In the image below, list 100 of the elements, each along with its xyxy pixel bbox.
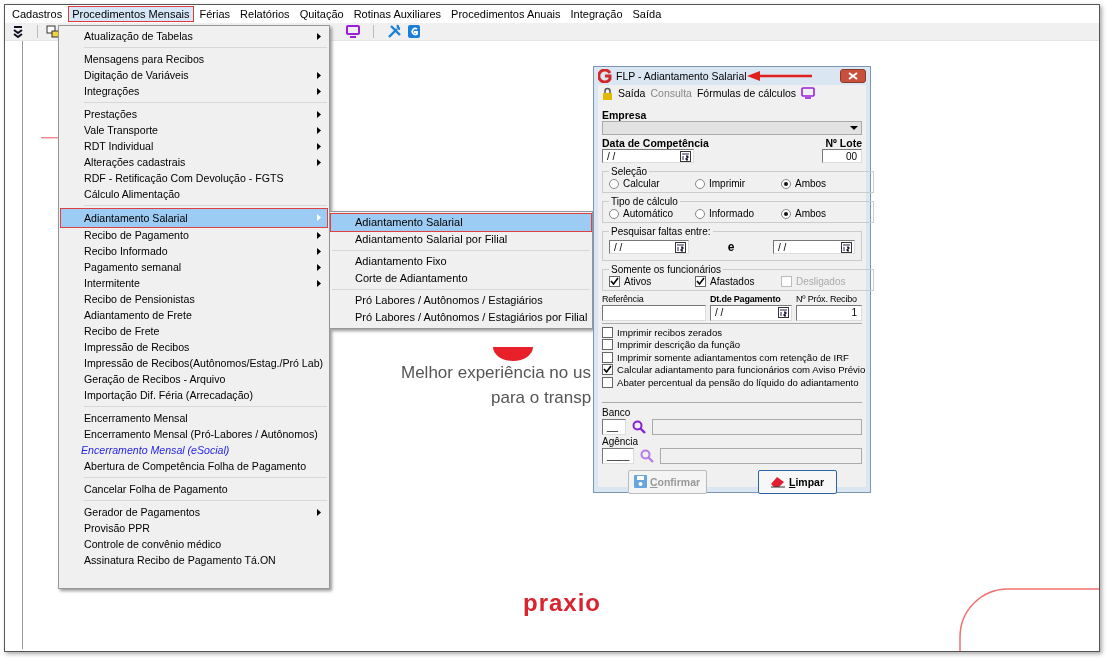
checkbox-label: Afastados: [710, 276, 755, 287]
menu-item[interactable]: Alterações cadastrais: [61, 154, 327, 170]
menu-item[interactable]: Assinatura Recibo de Pagamento Tá.ON: [61, 552, 327, 568]
checkbox[interactable]: [602, 326, 613, 338]
radio-button[interactable]: [695, 178, 705, 189]
calendar-icon[interactable]: [680, 151, 691, 162]
calendar-icon[interactable]: [841, 242, 852, 253]
checkbox-label: Imprimir recibos zerados: [617, 326, 723, 338]
menu-item[interactable]: Importação Dif. Féria (Arrecadação): [61, 387, 327, 403]
monitor-icon[interactable]: [346, 25, 360, 38]
checkbox-label: Calcular adiantamento para funcionários com Aviso Prévio: [617, 364, 866, 376]
menu-item[interactable]: Adiantamento Fixo: [331, 253, 591, 270]
close-button[interactable]: [840, 69, 866, 83]
menu-item[interactable]: Recibo de Pensionistas: [61, 291, 327, 307]
calendar-icon[interactable]: [675, 242, 686, 253]
menubar-item[interactable]: Saída: [628, 6, 666, 22]
menu-item[interactable]: Provisão PPR: [61, 520, 327, 536]
menu-item[interactable]: Cálculo Alimentação: [61, 186, 327, 202]
eraser-icon: [770, 475, 786, 488]
menubar-item[interactable]: Quitação: [295, 6, 348, 22]
menu-item[interactable]: Intermitente: [61, 275, 327, 291]
menu-item[interactable]: Corte de Adiantamento: [331, 270, 591, 287]
bank-code-field[interactable]: __: [602, 418, 626, 435]
menu-item[interactable]: Encerramento Mensal: [61, 410, 327, 426]
search-icon[interactable]: [632, 419, 646, 434]
menu-item[interactable]: Vale Transporte: [61, 122, 327, 138]
menu-item[interactable]: Gerador de Pagamentos: [61, 504, 327, 520]
date-field[interactable]: / /: [710, 305, 792, 321]
menubar-item[interactable]: Rotinas Auxiliares: [349, 6, 446, 22]
field-label: Empresa: [602, 109, 648, 121]
menubar-item[interactable]: Integração: [566, 6, 627, 22]
date-field[interactable]: / /: [602, 149, 694, 163]
g-logo-icon[interactable]: [407, 24, 421, 39]
checkbox-label: Imprimir descrição da função: [617, 339, 741, 351]
checkbox[interactable]: [602, 376, 613, 388]
radio-button[interactable]: [781, 178, 791, 189]
menu-item[interactable]: Encerramento Mensal (eSocial): [61, 442, 327, 458]
menu-item[interactable]: Abertura de Competência Folha de Pagamento: [61, 458, 327, 474]
reference-field[interactable]: [602, 305, 706, 321]
menu-item[interactable]: Pró Labores / Autônomos / Estagiários por Filial: [331, 309, 591, 326]
receipt-number-field[interactable]: 1: [796, 305, 862, 321]
checkbox[interactable]: [695, 276, 706, 287]
group-title: Seleção: [610, 166, 649, 177]
menu-item[interactable]: Recibo Informado: [61, 243, 327, 259]
menu-item[interactable]: Prestações: [61, 106, 327, 122]
menu-item[interactable]: Adiantamento de Frete: [61, 307, 327, 323]
branch-code-field[interactable]: ____: [602, 447, 634, 464]
radio-button[interactable]: [781, 208, 791, 219]
field-label: Nº Lote: [825, 137, 862, 149]
clear-button[interactable]: Limpar: [757, 469, 837, 494]
menubar-item[interactable]: Procedimentos Anuais: [447, 6, 565, 22]
menu-item[interactable]: Geração de Recibos - Arquivo: [61, 371, 327, 387]
menu-item[interactable]: Impressão de Recibos: [61, 339, 327, 355]
menu-item[interactable]: Pró Labores / Autônomos / Estagiários: [331, 292, 591, 309]
dropdown-arrow-icon: [850, 126, 858, 130]
menu-item[interactable]: Mensagens para Recibos: [61, 51, 327, 67]
radio-label: Calcular: [623, 178, 660, 189]
menubar-item[interactable]: Férias: [195, 6, 235, 22]
menu-item[interactable]: Integrações: [61, 83, 327, 99]
menubar-item[interactable]: Relatórios: [236, 6, 294, 22]
calendar-icon[interactable]: [778, 307, 789, 318]
menu-item[interactable]: Adiantamento Salarial: [61, 209, 327, 227]
collapse-icon[interactable]: [13, 25, 23, 38]
radio-button[interactable]: [609, 208, 619, 219]
window-icon[interactable]: [46, 25, 60, 38]
checkbox[interactable]: [609, 276, 620, 287]
checkbox[interactable]: [602, 364, 613, 376]
tools-icon[interactable]: [387, 24, 402, 39]
menu-item[interactable]: Adiantamento Salarial: [331, 214, 591, 231]
menu-item[interactable]: RDF - Retificação Com Devolução - FGTS: [61, 170, 327, 186]
radio-button[interactable]: [609, 178, 619, 189]
menu-item[interactable]: Recibo de Pagamento: [61, 227, 327, 243]
menu-item[interactable]: Impressão de Recibos(Autônomos/Estag./Pró Lab): [61, 355, 327, 371]
checkbox-label: Imprimir somente adiantamentos com retenção de IRF: [617, 351, 849, 363]
dialog-menu-item[interactable]: Saída: [618, 87, 646, 99]
lot-field[interactable]: 00: [822, 149, 862, 163]
menu-item[interactable]: Pagamento semanal: [61, 259, 327, 275]
radio-button[interactable]: [695, 208, 705, 219]
search-icon[interactable]: [640, 448, 654, 463]
tagline: para o transp: [491, 388, 592, 408]
menu-item[interactable]: Recibo de Frete: [61, 323, 327, 339]
range-separator: e: [727, 240, 735, 254]
radio-label: Ambos: [795, 208, 827, 219]
menu-item[interactable]: Digitação de Variáveis: [61, 67, 327, 83]
menu-item[interactable]: Controle de convênio médico: [61, 536, 327, 552]
dialog-menu-item[interactable]: Fórmulas de cálculos: [696, 87, 797, 99]
checkbox[interactable]: [602, 351, 613, 363]
menu-item[interactable]: Atualização de Tabelas: [61, 28, 327, 44]
menubar-item[interactable]: Cadastros: [8, 6, 67, 22]
date-field[interactable]: / /: [609, 240, 689, 254]
date-field[interactable]: / /: [773, 240, 855, 254]
menubar-item[interactable]: Procedimentos Mensais: [68, 6, 194, 22]
menu-item[interactable]: Encerramento Mensal (Pró-Labores / Autônomos): [61, 426, 327, 442]
menu-item[interactable]: RDT Individual: [61, 138, 327, 154]
monitor-icon[interactable]: [801, 87, 816, 99]
checkbox[interactable]: [602, 339, 613, 351]
group-title: Pesquisar faltas entre:: [610, 226, 712, 237]
menu-item[interactable]: Adiantamento Salarial por Filial: [331, 231, 591, 248]
menu-item[interactable]: Cancelar Folha de Pagamento: [61, 481, 327, 497]
annotation-arrow: [747, 71, 813, 81]
